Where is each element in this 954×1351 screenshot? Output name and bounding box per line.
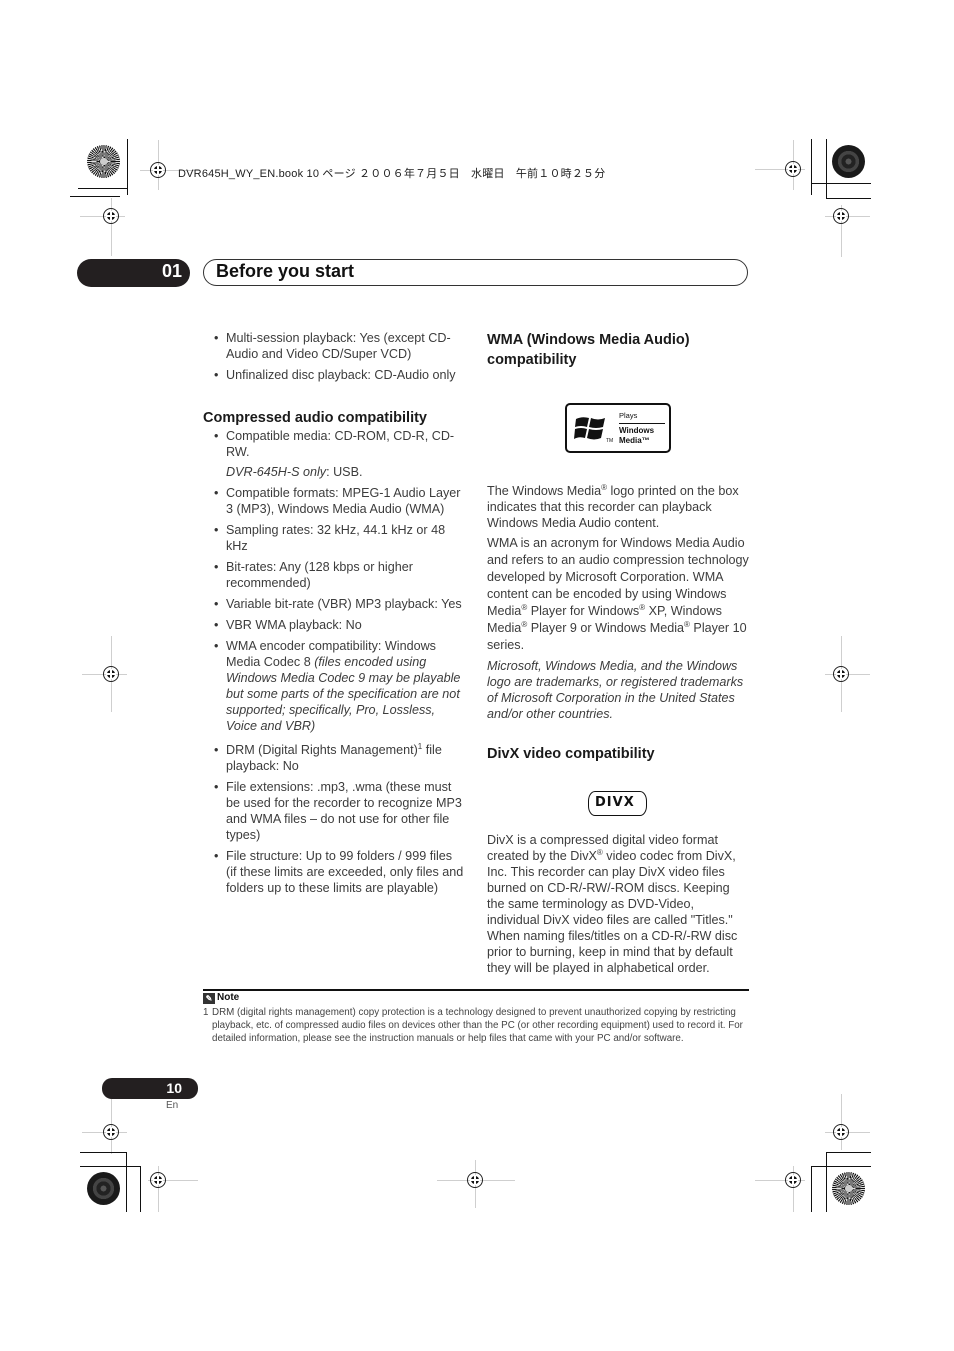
list-item: File structure: Up to 99 folders / 999 f… — [203, 848, 465, 896]
footnote-text: DRM (digital rights management) copy pro… — [212, 1007, 743, 1044]
list-item: Bit-rates: Any (128 kbps or higher recom… — [203, 559, 465, 591]
section-heading-divx: DivX video compatibility — [487, 746, 655, 762]
registration-mark-icon — [103, 666, 119, 682]
page-language: En — [166, 1100, 179, 1111]
section-heading-wma: WMA (Windows Media Audio) compatibility — [487, 332, 690, 368]
footnote: 1 DRM (digital rights management) copy p… — [203, 1006, 749, 1045]
registration-mark-icon — [833, 666, 849, 682]
list-item: Unfinalized disc playback: CD-Audio only — [203, 367, 465, 383]
print-header: DVR645H_WY_EN.book 10 ページ ２００６年７月５日 水曜日 … — [178, 168, 606, 180]
intro-bullet-list: Multi-session playback: Yes (except CD-A… — [203, 330, 465, 383]
windows-media-logo: TM Plays Windows Media™ — [565, 403, 671, 453]
registration-disc-top-right — [832, 145, 865, 178]
trademark-notice: Microsoft, Windows Media, and the Window… — [487, 659, 744, 721]
registration-disc-top-left — [87, 145, 120, 178]
list-item: VBR WMA playback: No — [203, 617, 465, 633]
page-number: 10 — [166, 1080, 182, 1096]
chapter-number-badge: 01 — [77, 259, 190, 287]
wma-paragraph-2: WMA is an acronym for Windows Media Audi… — [487, 536, 749, 652]
registration-mark-icon — [103, 1124, 119, 1140]
registration-mark-icon — [833, 208, 849, 224]
list-item: Multi-session playback: Yes (except CD-A… — [203, 330, 465, 362]
chapter-title-bar: Before you start — [203, 259, 748, 286]
registration-mark-icon — [150, 1172, 166, 1188]
note-heading: ✎ Note — [203, 992, 239, 1004]
wma-paragraph-1: The Windows Media® logo printed on the b… — [487, 482, 739, 530]
divx-paragraph: DivX is a compressed digital video forma… — [487, 833, 738, 975]
registration-mark-icon — [467, 1172, 483, 1188]
registration-mark-icon — [103, 208, 119, 224]
registration-disc-bottom-left — [87, 1172, 120, 1205]
list-item: DRM (Digital Rights Management)1 file pl… — [203, 742, 465, 774]
compressed-audio-bullet-list: Compatible media: CD-ROM, CD-R, CD-RW. — [203, 428, 465, 460]
chapter-number: 01 — [161, 261, 182, 281]
usb-note: DVR-645H-S only: USB. — [226, 465, 363, 479]
divx-logo: DIVX — [588, 791, 647, 816]
list-item: Sampling rates: 32 kHz, 44.1 kHz or 48 k… — [203, 522, 465, 554]
left-column: Multi-session playback: Yes (except CD-A… — [203, 330, 465, 901]
note-divider — [203, 989, 749, 991]
section-heading-compressed-audio: Compressed audio compatibility — [203, 410, 427, 426]
pencil-note-icon: ✎ — [203, 993, 215, 1004]
list-item: File extensions: .mp3, .wma (these must … — [203, 779, 465, 843]
list-item: Compatible media: CD-ROM, CD-R, CD-RW. — [203, 428, 465, 460]
windows-flag-icon — [574, 417, 605, 440]
registration-disc-bottom-right — [832, 1172, 865, 1205]
registration-mark-icon — [150, 162, 166, 178]
footnote-number: 1 — [203, 1007, 209, 1018]
page-number-badge: 10 — [102, 1078, 198, 1099]
registration-mark-icon — [785, 161, 801, 177]
list-item: Variable bit-rate (VBR) MP3 playback: Ye… — [203, 596, 465, 612]
chapter-title: Before you start — [216, 261, 355, 281]
registration-mark-icon — [833, 1124, 849, 1140]
list-item: WMA encoder compatibility: Windows Media… — [203, 638, 465, 734]
list-item: Compatible formats: MPEG-1 Audio Layer 3… — [203, 485, 465, 517]
registration-mark-icon — [785, 1172, 801, 1188]
